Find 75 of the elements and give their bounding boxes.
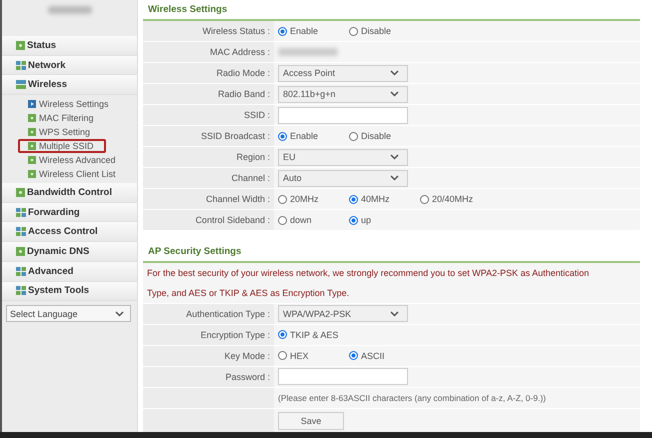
field-label: Password : <box>143 366 274 387</box>
submenu-item[interactable]: Multiple SSID <box>18 139 106 154</box>
field-label: Encryption Type : <box>143 324 274 345</box>
radio-option[interactable]: Disable <box>349 26 420 36</box>
submenu-item[interactable]: MAC Filtering <box>18 111 137 126</box>
field-label: Radio Mode : <box>143 63 274 84</box>
logo-placeholder <box>48 6 92 14</box>
field-label: Channel Width : <box>143 189 274 210</box>
square-icon <box>16 246 25 256</box>
menu-item[interactable]: Network <box>2 56 137 76</box>
submenu-item[interactable]: WPS Setting <box>18 125 137 140</box>
grid-icon <box>16 286 26 296</box>
chevron-down-icon <box>390 70 399 76</box>
field-label: Region : <box>143 147 274 168</box>
grid-icon <box>16 266 26 276</box>
grid-icon <box>16 208 26 217</box>
radio-option[interactable]: TKIP & AES <box>278 330 349 340</box>
radio-option[interactable]: Enable <box>278 131 349 142</box>
menu-item[interactable]: System Tools <box>2 282 137 302</box>
radio-option[interactable]: 20MHz <box>278 194 349 204</box>
radio-option[interactable]: 20/40MHz <box>420 194 491 204</box>
radio-option[interactable]: Enable <box>278 26 349 36</box>
field-label: Key Mode : <box>143 346 274 366</box>
chevron-down-icon <box>115 310 124 317</box>
square-icon <box>16 188 25 197</box>
dropdown-value: EU <box>283 152 296 162</box>
dropdown[interactable]: WPA/WPA2-PSK <box>278 305 408 322</box>
field-label: Wireless Status : <box>143 21 274 42</box>
radio-option[interactable]: down <box>278 215 349 226</box>
grid-icon <box>16 227 26 236</box>
dropdown-value: Select Language <box>10 308 78 319</box>
input-field[interactable] <box>278 106 408 124</box>
language-dropdown[interactable]: Select Language <box>6 305 131 322</box>
chevron-down-icon <box>390 310 399 317</box>
field-label: Control Sideband : <box>143 210 274 230</box>
dropdown[interactable]: Auto <box>278 170 408 187</box>
dropdown-value: 802.11b+g+n <box>283 89 336 100</box>
field-label: SSID Broadcast : <box>143 126 274 146</box>
radio-option[interactable]: up <box>349 215 420 226</box>
redacted-text <box>278 48 338 56</box>
radio-option[interactable]: ASCII <box>349 350 420 361</box>
chevron-down-icon <box>390 175 399 182</box>
radio-option[interactable]: HEX <box>278 350 349 361</box>
submenu-item[interactable]: Wireless Advanced <box>18 153 137 168</box>
radio-option[interactable]: Disable <box>349 131 420 142</box>
menu-item[interactable]: Status <box>2 36 137 56</box>
field-label: MAC Address : <box>143 42 274 62</box>
dropdown[interactable]: 802.11b+g+n <box>278 86 408 103</box>
menu-item[interactable]: Access Control <box>2 222 137 242</box>
submenu-item[interactable]: Wireless Client List <box>18 167 137 182</box>
hint-text: (Please enter 8-63ASCII characters (any combination of a-z, A-Z, 0-9.)) <box>278 392 546 403</box>
square-icon <box>16 40 25 50</box>
field-label: Radio Band : <box>143 84 274 104</box>
grid-icon <box>16 60 26 70</box>
menu-item[interactable]: Wireless <box>2 75 137 96</box>
save-button[interactable]: Save <box>278 412 344 430</box>
dropdown-value: Auto <box>283 173 302 184</box>
menu-item[interactable]: Forwarding <box>2 202 137 222</box>
dropdown-value: WPA/WPA2-PSK <box>283 308 352 319</box>
dropdown[interactable]: EU <box>278 148 408 166</box>
submenu-item[interactable]: Wireless Settings <box>18 97 137 112</box>
field-label: Channel : <box>143 168 274 188</box>
dropdown-value: Access Point <box>283 68 336 78</box>
menu-item[interactable]: Bandwidth Control <box>2 183 137 203</box>
menu-item[interactable]: Advanced <box>2 262 137 282</box>
menu-item[interactable]: Dynamic DNS <box>2 242 137 262</box>
chevron-down-icon <box>390 91 399 98</box>
radio-option[interactable]: 40MHz <box>349 194 420 204</box>
chevron-down-icon <box>390 154 399 160</box>
dropdown[interactable]: Access Point <box>278 64 408 82</box>
input-field[interactable] <box>278 368 408 386</box>
notice-text: For the best security of your wireless network, we strongly recommend you to set WPA2-PSK as Authentication Type, and AES or TKIP & AES as Encryption Type. <box>143 262 640 304</box>
field-label: SSID : <box>143 105 274 126</box>
list-icon <box>16 80 26 90</box>
field-label: Authentication Type : <box>143 304 274 324</box>
